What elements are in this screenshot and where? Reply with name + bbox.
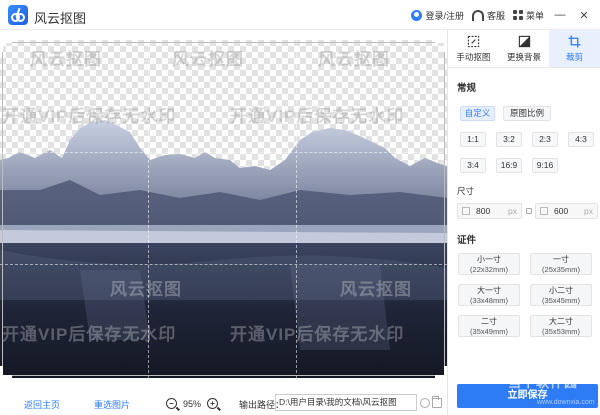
ratio-option[interactable]: 16:9: [496, 158, 522, 173]
tab-change-background-label: 更换背景: [507, 51, 542, 62]
ratio-option[interactable]: 2:3: [532, 132, 558, 147]
close-button[interactable]: ✕: [576, 7, 592, 23]
height-icon: [540, 207, 548, 215]
service-button[interactable]: 客服: [471, 9, 505, 22]
crop-handle-top-left[interactable]: [0, 40, 12, 52]
tab-manual-cutout-label: 手动抠图: [456, 51, 491, 62]
id-size-name: 大一寸: [477, 286, 501, 295]
ratio-option[interactable]: 3:4: [460, 158, 486, 173]
reselect-image-button[interactable]: 重选图片: [94, 398, 130, 411]
width-icon: [462, 207, 470, 215]
site-watermark-logo: 当下软件园: [508, 375, 579, 390]
id-size-option[interactable]: 小二寸 (35x45mm): [530, 284, 592, 306]
scissors-logo-icon: [8, 5, 28, 25]
id-size-name: 一寸: [553, 255, 569, 264]
menu-button[interactable]: 菜单: [512, 9, 544, 22]
section-general-title: 常规: [457, 83, 477, 94]
ratio-custom[interactable]: 自定义: [460, 106, 495, 121]
zoom-control: − 95% +: [166, 398, 219, 409]
user-icon: [411, 9, 423, 21]
tab-crop[interactable]: 裁剪: [549, 30, 600, 67]
ratio-option[interactable]: 9:16: [532, 158, 558, 173]
id-size-dim: (35x49mm): [470, 327, 508, 336]
grid-menu-icon: [512, 10, 523, 20]
zoom-level: 95%: [183, 398, 202, 409]
tab-change-background[interactable]: 更换背景: [499, 30, 550, 67]
lock-ratio-icon[interactable]: [526, 208, 532, 214]
image-canvas[interactable]: 风云抠图 风云抠图 风云抠图 开通VIP后保存无水印 开通VIP后保存无水印 开…: [0, 40, 447, 378]
minimize-button[interactable]: —: [552, 7, 568, 23]
id-size-dim: (25x35mm): [542, 265, 580, 274]
change-background-icon: [518, 35, 530, 47]
width-value: 800: [476, 206, 491, 216]
ratio-option[interactable]: 1:1: [460, 132, 486, 147]
site-watermark-url: www.downxia.com: [537, 399, 595, 406]
id-size-name: 小一寸: [477, 255, 501, 264]
ratio-option[interactable]: 3:2: [496, 132, 522, 147]
menu-label: 菜单: [525, 10, 544, 21]
output-path-field[interactable]: D:\用户目录\我的文档\风云抠图: [275, 394, 417, 411]
id-size-option[interactable]: 二寸 (35x49mm): [458, 315, 520, 337]
zoom-in-icon[interactable]: +: [207, 398, 219, 409]
crop-icon: [568, 34, 581, 48]
id-size-option[interactable]: 一寸 (25x35mm): [530, 253, 592, 275]
id-size-dim: (35x53mm): [542, 327, 580, 336]
id-size-name: 大二寸: [549, 317, 573, 326]
height-unit: px: [584, 206, 593, 216]
id-size-name: 二寸: [481, 317, 497, 326]
service-label: 客服: [486, 10, 505, 21]
manual-cutout-icon: [467, 35, 479, 47]
height-value: 600: [554, 206, 569, 216]
width-unit: px: [508, 206, 517, 216]
folder-icon[interactable]: [432, 396, 442, 408]
id-size-option[interactable]: 大一寸 (33x48mm): [458, 284, 520, 306]
tab-crop-label: 裁剪: [566, 51, 584, 62]
tab-manual-cutout[interactable]: 手动抠图: [448, 30, 499, 67]
tool-tabs: 手动抠图 更换背景 裁剪: [448, 30, 600, 68]
landscape-photo: [0, 120, 447, 378]
ratio-option[interactable]: 4:3: [568, 132, 594, 147]
crop-handle-top-right[interactable]: [435, 40, 447, 52]
id-size-option[interactable]: 小一寸 (22x32mm): [458, 253, 520, 275]
login-label: 登录/注册: [425, 10, 464, 21]
title-bar: 风云抠图 登录/注册 客服 菜单 — ✕: [0, 0, 600, 30]
id-size-option[interactable]: 大二寸 (35x53mm): [530, 315, 592, 337]
zoom-out-icon[interactable]: −: [166, 398, 177, 409]
id-size-dim: (35x45mm): [542, 296, 580, 305]
more-options-icon[interactable]: [420, 398, 430, 408]
height-input[interactable]: 600 px: [535, 203, 598, 219]
app-title: 风云抠图: [34, 11, 87, 26]
size-label: 尺寸: [457, 186, 475, 196]
headset-icon: [471, 9, 484, 21]
id-size-name: 小二寸: [549, 286, 573, 295]
width-input[interactable]: 800 px: [457, 203, 522, 219]
ratio-original[interactable]: 原图比例: [503, 106, 551, 121]
id-size-dim: (33x48mm): [470, 296, 508, 305]
crop-handle-bottom-right[interactable]: [435, 366, 447, 378]
back-home-button[interactable]: 返回主页: [24, 398, 60, 411]
crop-handle-bottom-left[interactable]: [0, 366, 12, 378]
id-size-dim: (22x32mm): [470, 265, 508, 274]
section-id-title: 证件: [457, 235, 477, 246]
login-button[interactable]: 登录/注册: [411, 9, 464, 22]
